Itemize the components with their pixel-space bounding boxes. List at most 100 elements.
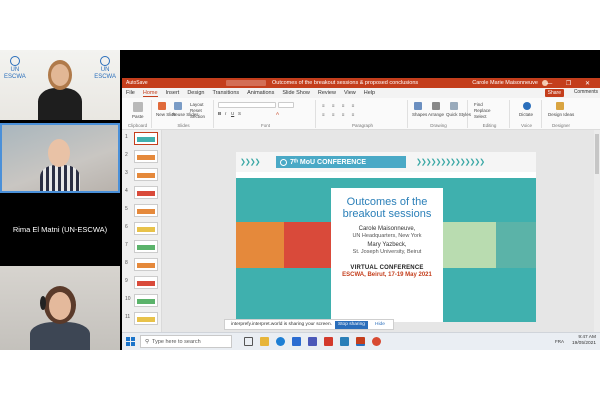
- group-label-designer: Designer: [551, 123, 570, 128]
- group-label-clipboard: Clipboard: [127, 123, 148, 128]
- scrollbar-thumb[interactable]: [595, 134, 599, 174]
- tray-language[interactable]: FRA: [555, 339, 564, 344]
- system-clock[interactable]: 9:47 AM 19/05/2021: [572, 335, 596, 347]
- powerpoint-taskbar-icon[interactable]: [356, 337, 365, 346]
- paste-button[interactable]: Paste: [132, 114, 144, 119]
- participant-video-3[interactable]: [0, 266, 120, 350]
- participant-video-2-active[interactable]: [0, 123, 120, 193]
- font-size-dropdown[interactable]: [278, 102, 294, 108]
- thumb-number: 7: [125, 242, 128, 248]
- shapes-button[interactable]: Shapes: [412, 112, 427, 117]
- list-buttons[interactable]: ≡ ≡ ≡ ≡: [322, 103, 357, 108]
- slide-thumbnail[interactable]: [134, 150, 158, 163]
- design-ideas-button[interactable]: Design Ideas: [548, 112, 574, 117]
- author-2: Mary Yazbeck,: [367, 242, 407, 248]
- group-slides: New Slide Reuse Slides Layout Reset Sect…: [154, 100, 214, 128]
- title-bar: AutoSave Outcomes of the breakout sessio…: [122, 78, 600, 88]
- hide-button[interactable]: Hide: [375, 322, 385, 327]
- acrobat-icon[interactable]: [324, 337, 333, 346]
- tab-slide-show[interactable]: Slide Show: [282, 90, 310, 96]
- slide-thumbnail[interactable]: [134, 276, 158, 289]
- slide-background-teal: Outcomes of the breakout sessions Carole…: [236, 178, 536, 322]
- microphone-icon[interactable]: [523, 102, 531, 110]
- tab-transitions[interactable]: Transitions: [212, 90, 239, 96]
- reuse-slides-icon[interactable]: [174, 102, 182, 110]
- find-button[interactable]: Find: [474, 102, 483, 107]
- dictate-button[interactable]: Dictate: [519, 112, 533, 117]
- thumb-number: 1: [125, 134, 128, 140]
- slide-thumbnail[interactable]: [134, 294, 158, 307]
- strikethrough-icon[interactable]: S: [238, 111, 241, 116]
- new-slide-icon[interactable]: [158, 102, 166, 110]
- slide-thumbnail[interactable]: [134, 132, 158, 145]
- paste-icon[interactable]: [133, 102, 143, 112]
- start-windows-icon[interactable]: [126, 337, 135, 346]
- comments-button[interactable]: Comments: [574, 89, 598, 95]
- align-buttons[interactable]: ≡ ≡ ≡ ≡: [322, 112, 357, 117]
- vertical-scrollbar[interactable]: [594, 130, 600, 332]
- autosave-toggle[interactable]: AutoSave: [126, 80, 148, 86]
- slide-thumbnail[interactable]: [134, 186, 158, 199]
- thumb-number: 8: [125, 260, 128, 266]
- window-controls[interactable]: — ❐ ✕: [546, 80, 596, 87]
- italic-icon[interactable]: I: [225, 111, 226, 116]
- group-drawing: Shapes Arrange Quick Styles Drawing: [410, 100, 471, 128]
- font-color-icon[interactable]: A: [276, 111, 279, 116]
- tab-home[interactable]: Home: [142, 90, 158, 97]
- tab-view[interactable]: View: [344, 90, 356, 96]
- quick-styles-icon[interactable]: [450, 102, 458, 110]
- slide-thumbnail[interactable]: [134, 222, 158, 235]
- share-banner-text: interprefy.interpret.world is sharing yo…: [231, 322, 332, 327]
- arrange-icon[interactable]: [432, 102, 440, 110]
- edge-icon[interactable]: [276, 337, 285, 346]
- slide-thumbnail[interactable]: [134, 258, 158, 271]
- task-view-icon[interactable]: [244, 337, 253, 346]
- participant-1-body: [38, 88, 82, 120]
- conference-logo-icon: [280, 158, 287, 166]
- participant-video-1[interactable]: UN ESCWA UN ESCWA: [0, 50, 120, 120]
- tab-review[interactable]: Review: [318, 90, 336, 96]
- chevrons-left-icon: ❯❯❯❯: [240, 159, 260, 166]
- title-search-box[interactable]: [226, 80, 266, 86]
- arrange-button[interactable]: Arrange: [428, 112, 444, 117]
- bold-icon[interactable]: B: [218, 111, 221, 116]
- participant-3-face: [49, 292, 71, 320]
- shapes-icon[interactable]: [414, 102, 422, 110]
- slide-thumbnail[interactable]: [134, 204, 158, 217]
- search-icon: ⚲: [145, 338, 150, 345]
- tab-help[interactable]: Help: [364, 90, 375, 96]
- app-icon[interactable]: [340, 337, 349, 346]
- chrome-icon[interactable]: [372, 337, 381, 346]
- tab-animations[interactable]: Animations: [247, 90, 274, 96]
- window-title: Outcomes of the breakout sessions & prop…: [272, 80, 419, 86]
- slide-thumbnail[interactable]: [134, 168, 158, 181]
- stop-sharing-button[interactable]: Stop sharing: [335, 321, 368, 329]
- slide-canvas[interactable]: ❯❯❯❯ 7ᵗʰ MoU CONFERENCE ❯❯❯❯❯❯❯❯❯❯❯❯❯❯ O…: [236, 152, 536, 322]
- font-name-dropdown[interactable]: [218, 102, 276, 108]
- select-button[interactable]: Select: [474, 114, 487, 119]
- slide-thumbnails-pane[interactable]: 1 2 3 4 5 6 7 8 9 10 11: [122, 130, 162, 332]
- user-name[interactable]: Carole Marie Maisonneuve: [472, 80, 538, 86]
- replace-button[interactable]: Replace: [474, 108, 491, 113]
- slide-thumbnail[interactable]: [134, 312, 158, 325]
- share-button[interactable]: Share: [544, 89, 564, 97]
- slide-thumbnail[interactable]: [134, 240, 158, 253]
- title-card: Outcomes of the breakout sessions Carole…: [331, 188, 443, 322]
- underline-icon[interactable]: U: [231, 111, 234, 116]
- layout-button[interactable]: Layout: [190, 102, 204, 107]
- outlook-icon[interactable]: [292, 337, 301, 346]
- reset-button[interactable]: Reset: [190, 108, 202, 113]
- teams-icon[interactable]: [308, 337, 317, 346]
- design-ideas-icon[interactable]: [556, 102, 564, 110]
- quick-styles-button[interactable]: Quick Styles: [446, 112, 471, 117]
- un-logo-right: UN ESCWA: [94, 56, 116, 81]
- tab-design[interactable]: Design: [187, 90, 204, 96]
- file-explorer-icon[interactable]: [260, 337, 269, 346]
- conference-dates: ESCWA, Beirut, 17-19 May 2021: [342, 272, 432, 278]
- section-button[interactable]: Section: [190, 114, 205, 119]
- taskbar-search-box[interactable]: ⚲ Type here to search: [140, 335, 232, 348]
- tab-insert[interactable]: Insert: [166, 90, 180, 96]
- participant-3-body: [30, 322, 90, 350]
- tab-file[interactable]: File: [126, 90, 135, 96]
- clock-date: 19/05/2021: [571, 341, 596, 346]
